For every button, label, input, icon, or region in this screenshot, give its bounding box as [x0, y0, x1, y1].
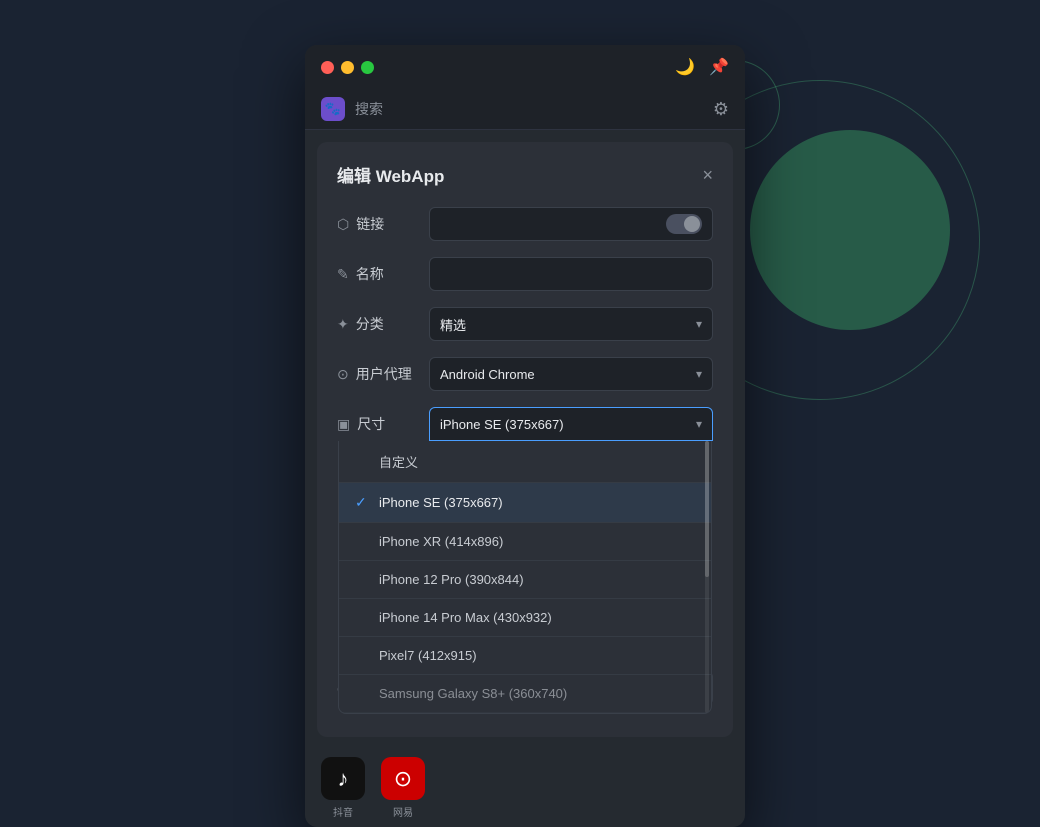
- app-grid-preview: ♪ 抖音 ⊙ 网易: [305, 749, 745, 827]
- useragent-label: ⊙ 用户代理: [337, 364, 417, 384]
- useragent-icon: ⊙: [337, 366, 349, 383]
- bg-circle-medium: [750, 130, 950, 330]
- dialog-title: 编辑 WebApp: [337, 162, 444, 187]
- dropdown-item-label: Pixel7 (412x915): [379, 648, 477, 663]
- category-value: 精选: [440, 315, 466, 334]
- name-label: ✎ 名称: [337, 264, 417, 284]
- dropdown-item-label: iPhone SE (375x667): [379, 495, 503, 510]
- size-arrow-icon: ▾: [696, 417, 702, 431]
- dropdown-item-iphone-se[interactable]: ✓ iPhone SE (375x667): [339, 483, 711, 523]
- dropdown-item-label: 自定义: [379, 452, 418, 471]
- useragent-row: ⊙ 用户代理 Android Chrome ▾: [337, 357, 713, 391]
- size-select[interactable]: iPhone SE (375x667) ▾ 自定义 ✓ iPhone SE (3…: [429, 407, 713, 441]
- paw-icon: 🐾: [321, 97, 345, 121]
- scrollbar-thumb: [705, 441, 709, 577]
- dialog-header: 编辑 WebApp ×: [337, 162, 713, 187]
- app-window: 🌙 📌 🐾 搜索 ⚙ 编辑 WebApp × ⬡ 链接: [305, 45, 745, 827]
- useragent-arrow-icon: ▾: [696, 367, 702, 381]
- link-input-area: [429, 207, 713, 241]
- size-icon: ▣: [337, 416, 350, 433]
- search-bar: 🐾 搜索 ⚙: [305, 89, 745, 130]
- dropdown-scrollbar[interactable]: [705, 441, 709, 713]
- size-value: iPhone SE (375x667): [440, 417, 564, 432]
- dropdown-item-pixel7[interactable]: Pixel7 (412x915): [339, 637, 711, 675]
- title-bar: 🌙 📌: [305, 45, 745, 89]
- name-input[interactable]: [429, 257, 713, 291]
- category-arrow-icon: ▾: [696, 317, 702, 331]
- traffic-light-yellow[interactable]: [341, 61, 354, 74]
- dropdown-item-label: Samsung Galaxy S8+ (360x740): [379, 686, 567, 701]
- wangyi-icon: ⊙: [381, 757, 425, 800]
- useragent-select[interactable]: Android Chrome ▾: [429, 357, 713, 391]
- link-label: ⬡ 链接: [337, 214, 417, 234]
- size-label: ▣ 尺寸: [337, 414, 417, 434]
- title-bar-icons: 🌙 📌: [675, 57, 729, 77]
- size-row: ▣ 尺寸 iPhone SE (375x667) ▾ 自定义 ✓ iPhone …: [337, 407, 713, 441]
- app-icon-douyin: ♪ 抖音: [317, 757, 369, 819]
- dropdown-item-iphone-xr[interactable]: iPhone XR (414x896): [339, 523, 711, 561]
- dropdown-item-label: iPhone XR (414x896): [379, 534, 503, 549]
- douyin-label: 抖音: [333, 804, 353, 819]
- settings-icon[interactable]: ⚙: [713, 99, 729, 120]
- link-row: ⬡ 链接: [337, 207, 713, 241]
- dropdown-item-label: iPhone 12 Pro (390x844): [379, 572, 524, 587]
- category-select[interactable]: 精选 ▾: [429, 307, 713, 341]
- douyin-icon: ♪: [321, 757, 365, 800]
- edit-webapp-dialog: 编辑 WebApp × ⬡ 链接 ✎ 名称: [317, 142, 733, 737]
- traffic-light-red[interactable]: [321, 61, 334, 74]
- name-row: ✎ 名称: [337, 257, 713, 291]
- toggle-knob: [684, 216, 700, 232]
- app-icon-wangyi: ⊙ 网易: [377, 757, 429, 819]
- link-icon: ⬡: [337, 216, 349, 233]
- dropdown-item-samsung-s8[interactable]: Samsung Galaxy S8+ (360x740): [339, 675, 711, 713]
- edit-icon: ✎: [337, 266, 349, 283]
- link-toggle[interactable]: [666, 214, 702, 234]
- search-input[interactable]: 搜索: [355, 99, 703, 119]
- size-dropdown: 自定义 ✓ iPhone SE (375x667) iPhone XR (414…: [338, 441, 712, 714]
- dropdown-item-label: iPhone 14 Pro Max (430x932): [379, 610, 552, 625]
- dropdown-item-custom[interactable]: 自定义: [339, 441, 711, 483]
- traffic-light-green[interactable]: [361, 61, 374, 74]
- useragent-value: Android Chrome: [440, 367, 535, 382]
- category-row: ✦ 分类 精选 ▾: [337, 307, 713, 341]
- check-icon: ✓: [355, 494, 371, 511]
- category-icon: ✦: [337, 316, 349, 333]
- traffic-lights: [321, 61, 374, 74]
- dropdown-item-iphone-12-pro[interactable]: iPhone 12 Pro (390x844): [339, 561, 711, 599]
- dialog-close-button[interactable]: ×: [702, 166, 713, 184]
- moon-icon[interactable]: 🌙: [675, 57, 695, 77]
- category-label: ✦ 分类: [337, 314, 417, 334]
- dropdown-item-iphone-14-pro-max[interactable]: iPhone 14 Pro Max (430x932): [339, 599, 711, 637]
- pin-icon[interactable]: 📌: [709, 57, 729, 77]
- wangyi-label: 网易: [393, 804, 413, 819]
